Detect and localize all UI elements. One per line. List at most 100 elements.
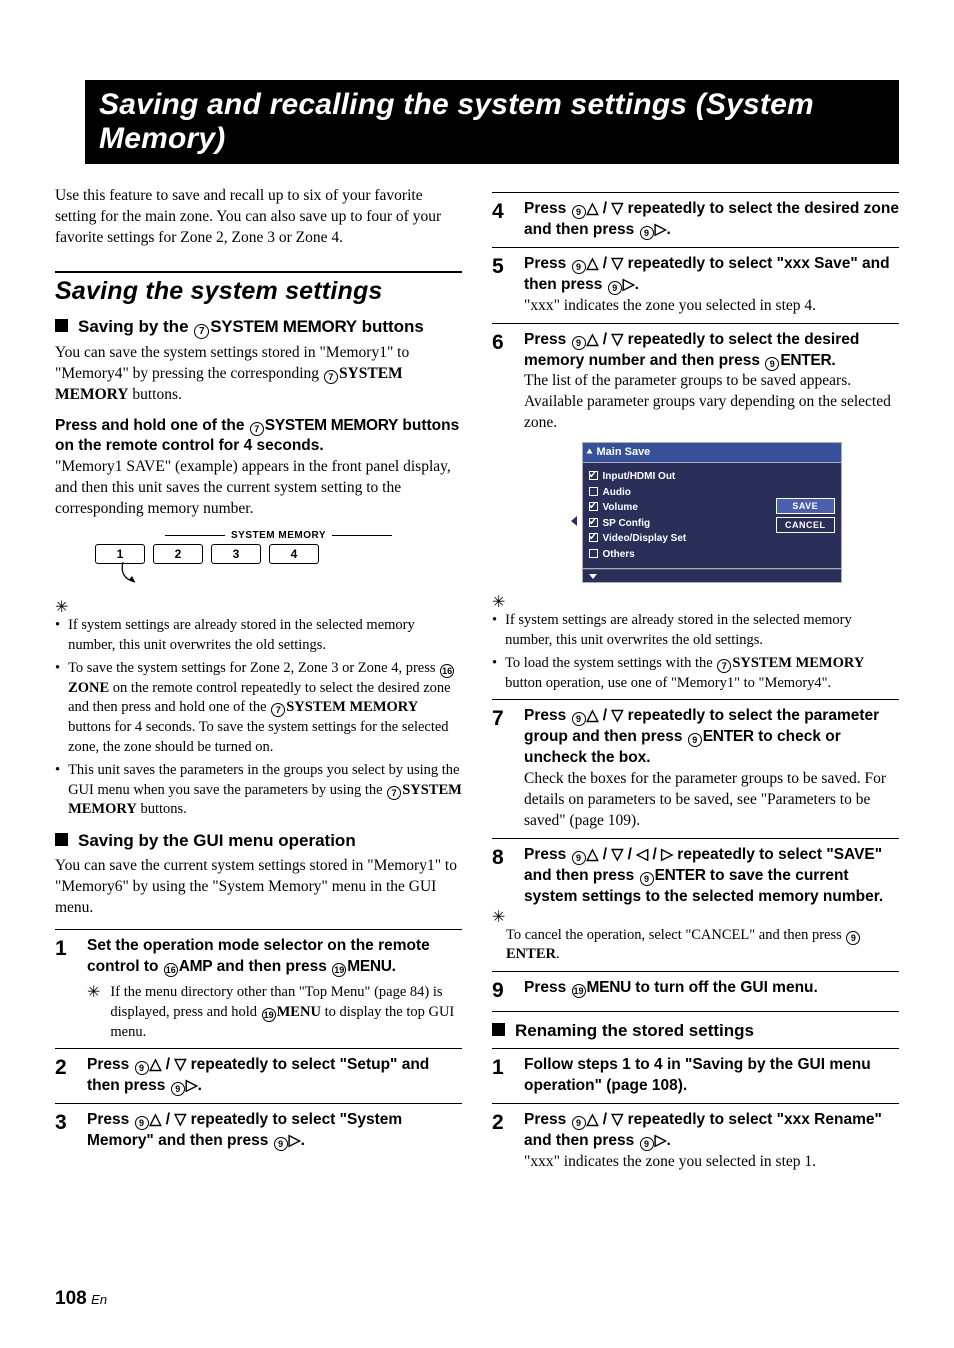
checkbox-icon (589, 518, 598, 527)
circled-9-icon: 9 (688, 733, 702, 747)
step-number: 1 (55, 936, 73, 1043)
circled-9-icon: 9 (135, 1116, 149, 1130)
checkbox-icon (589, 549, 598, 558)
checkbox-icon (589, 533, 598, 542)
circled-7-icon: 7 (324, 370, 338, 384)
left-icon: ◁ (636, 846, 648, 863)
memory-key-4: 4 (269, 544, 319, 564)
circled-19-icon: 19 (572, 984, 586, 998)
tip-icon: ✳ (87, 983, 100, 1042)
step-number: 3 (55, 1110, 73, 1152)
memory-key-3: 3 (211, 544, 261, 564)
step-number: 6 (492, 330, 510, 593)
step-number: 2 (492, 1110, 510, 1173)
gui-item-volume: Volume (589, 500, 771, 516)
circled-9-icon: 9 (274, 1137, 288, 1151)
rename-step-1: 1 Follow steps 1 to 4 in "Saving by the … (492, 1048, 899, 1097)
gui-item-sp-config: SP Config (589, 516, 771, 532)
circled-9-icon: 9 (608, 281, 622, 295)
step-number: 5 (492, 254, 510, 317)
press-hold-body: "Memory1 SAVE" (example) appears in the … (55, 457, 462, 520)
tip1-2: To save the system settings for Zone 2, … (68, 659, 462, 757)
circled-7-icon: 7 (250, 422, 264, 436)
step-number: 7 (492, 706, 510, 832)
subheading-gui-menu: Saving by the GUI menu operation (55, 830, 462, 852)
gui-item-video-display: Video/Display Set (589, 531, 771, 547)
step-2: 2 Press 9△ / ▽ repeatedly to select "Set… (55, 1048, 462, 1097)
circled-9-icon: 9 (572, 205, 586, 219)
gui-cancel-button: CANCEL (776, 517, 835, 533)
circled-19-icon: 19 (262, 1008, 276, 1022)
step1-tip: If the menu directory other than "Top Me… (110, 983, 462, 1042)
tip2-2: To load the system settings with the 7SY… (505, 654, 899, 693)
sub1-heavy: SYSTEM MEMORY (210, 317, 357, 336)
sub1-suffix: buttons (357, 317, 424, 336)
step-number: 9 (492, 978, 510, 1003)
step7-body: Check the boxes for the parameter groups… (524, 769, 899, 832)
up-icon: △ (150, 1056, 162, 1073)
circled-9-icon: 9 (135, 1061, 149, 1075)
down-icon: ▽ (611, 846, 623, 863)
circled-9-icon: 9 (640, 872, 654, 886)
circled-9-icon: 9 (572, 851, 586, 865)
circled-16-icon: 16 (440, 664, 454, 678)
down-icon: ▽ (174, 1056, 186, 1073)
gui-list: Input/HDMI Out Audio Volume SP Config Vi… (589, 469, 771, 562)
tip-icon: ✳ (492, 908, 899, 926)
gui-title: Main Save (582, 442, 842, 462)
square-bullet-icon (55, 319, 68, 332)
right-icon: ▷ (655, 1132, 667, 1149)
down-icon: ▽ (611, 255, 623, 272)
up-icon: △ (150, 1111, 162, 1128)
up-icon: △ (587, 707, 599, 724)
gui-save-button: SAVE (776, 498, 835, 514)
right-icon: ▷ (655, 221, 667, 238)
circled-9-icon: 9 (572, 260, 586, 274)
circled-9-icon: 9 (572, 712, 586, 726)
step-number: 1 (492, 1055, 510, 1097)
right-icon: ▷ (289, 1132, 301, 1149)
right-icon: ▷ (186, 1077, 198, 1094)
square-bullet-icon (492, 1023, 505, 1036)
step-9: 9 Press 19MENU to turn off the GUI menu. (492, 971, 899, 1003)
gui-item-audio: Audio (589, 485, 771, 501)
step8-tip: To cancel the operation, select "CANCEL"… (506, 926, 899, 965)
step-8: 8 Press 9△ / ▽ / ◁ / ▷ repeatedly to sel… (492, 838, 899, 908)
tip-icon: ✳ (55, 598, 462, 616)
step-number: 4 (492, 199, 510, 241)
down-icon: ▽ (611, 331, 623, 348)
step5-body: "xxx" indicates the zone you selected in… (524, 296, 899, 317)
step6-body: The list of the parameter groups to be s… (524, 371, 899, 434)
step-7: 7 Press 9△ / ▽ repeatedly to select the … (492, 699, 899, 832)
step-4: 4 Press 9△ / ▽ repeatedly to select the … (492, 192, 899, 241)
up-icon: △ (587, 200, 599, 217)
system-memory-diagram: SYSTEM MEMORY 1 2 3 4 (95, 530, 462, 588)
circled-9-icon: 9 (572, 1116, 586, 1130)
intro-text: Use this feature to save and recall up t… (55, 186, 462, 249)
tips-list-1: If system settings are already stored in… (55, 616, 462, 820)
circled-16-icon: 16 (164, 963, 178, 977)
step-1: 1 Set the operation mode selector on the… (55, 929, 462, 1043)
circled-9-icon: 9 (846, 931, 860, 945)
press-arrow-icon (117, 560, 157, 590)
up-icon: △ (587, 1111, 599, 1128)
subheading-renaming: Renaming the stored settings (492, 1011, 899, 1042)
p-gui-menu-intro: You can save the current system settings… (55, 856, 462, 919)
checkbox-icon (589, 502, 598, 511)
checkbox-icon (589, 487, 598, 496)
up-icon: △ (587, 331, 599, 348)
circled-7-icon: 7 (194, 324, 209, 339)
right-icon: ▷ (661, 846, 673, 863)
circled-9-icon: 9 (640, 1137, 654, 1151)
down-icon: ▽ (611, 1111, 623, 1128)
tips-list-2: If system settings are already stored in… (492, 611, 899, 693)
circled-7-icon: 7 (717, 659, 731, 673)
step-number: 2 (55, 1055, 73, 1097)
press-hold-instruction: Press and hold one of the 7SYSTEM MEMORY… (55, 416, 462, 458)
down-icon: ▽ (174, 1111, 186, 1128)
up-icon: △ (587, 255, 599, 272)
rename-step-2: 2 Press 9△ / ▽ repeatedly to select "xxx… (492, 1103, 899, 1173)
section-heading-saving: Saving the system settings (55, 271, 462, 306)
circled-19-icon: 19 (332, 963, 346, 977)
circled-9-icon: 9 (640, 226, 654, 240)
